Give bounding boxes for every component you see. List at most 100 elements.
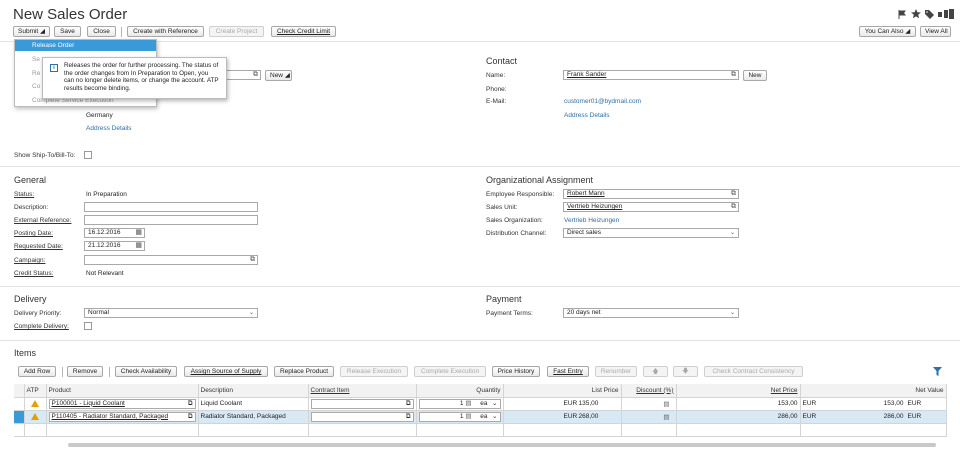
you-can-also-button[interactable]: You Can Also ◢ bbox=[859, 26, 916, 37]
value-help-icon[interactable]: ⧉ bbox=[406, 413, 411, 421]
sales-unit-input[interactable]: Vertrieb Heizungen ⧉ bbox=[563, 202, 739, 212]
column-header-quantity[interactable]: Quantity bbox=[416, 384, 504, 398]
table-row[interactable]: P110405 - Radiator Standard, Packaged ⧉ R… bbox=[14, 410, 947, 424]
menu-item[interactable]: Co bbox=[32, 83, 40, 90]
contact-new-button[interactable]: New bbox=[743, 70, 767, 81]
calculator-icon[interactable]: ▤ bbox=[465, 400, 471, 407]
menu-item[interactable]: Re bbox=[32, 70, 40, 77]
row-selector-header bbox=[14, 384, 25, 398]
check-credit-limit-button[interactable]: Check Credit Limit bbox=[271, 26, 336, 37]
posting-date-input[interactable]: 16.12.2016 ▦ bbox=[84, 228, 145, 238]
add-row-button[interactable]: Add Row bbox=[18, 366, 56, 377]
menu-item-release-order[interactable]: Release Order bbox=[15, 40, 156, 51]
calendar-icon[interactable]: ▦ bbox=[135, 242, 142, 250]
column-header-net-value[interactable]: Net Value bbox=[800, 384, 947, 398]
contact-heading: Contact bbox=[486, 56, 518, 66]
calculator-icon[interactable]: ▤ bbox=[663, 401, 673, 408]
view-all-button[interactable]: View All bbox=[920, 26, 951, 37]
contract-item-input[interactable]: ⧉ bbox=[310, 398, 414, 409]
replace-product-button[interactable]: Replace Product bbox=[274, 366, 334, 377]
contract-item-input[interactable]: ⧉ bbox=[310, 411, 414, 422]
net-price-value: 153,00 bbox=[777, 400, 798, 407]
sales-org-link[interactable]: Vertrieb Heizungen bbox=[564, 217, 619, 224]
contact-name-input[interactable]: Frank Sander ⧉ bbox=[563, 70, 739, 80]
calculator-icon[interactable]: ▤ bbox=[663, 414, 673, 421]
column-header-net-price[interactable]: Net Price bbox=[676, 384, 801, 398]
column-header-description[interactable]: Description bbox=[198, 384, 309, 398]
remove-button[interactable]: Remove bbox=[67, 366, 103, 377]
horizontal-scrollbar[interactable] bbox=[68, 443, 936, 447]
check-availability-button[interactable]: Check Availability bbox=[115, 366, 177, 377]
description-cell: Liquid Coolant bbox=[198, 397, 309, 411]
value-help-icon[interactable]: ⧉ bbox=[188, 400, 193, 408]
description-input[interactable] bbox=[84, 202, 258, 212]
sales-unit-label: Sales Unit: bbox=[486, 204, 518, 211]
chevron-down-icon[interactable]: ⌄ bbox=[730, 309, 735, 317]
campaign-input[interactable]: ⧉ bbox=[84, 255, 258, 265]
save-button[interactable]: Save bbox=[54, 26, 81, 37]
delivery-priority-select[interactable]: Normal ⌄ bbox=[84, 308, 258, 318]
general-heading: General bbox=[14, 175, 47, 185]
chevron-down-icon[interactable]: ⌄ bbox=[730, 229, 735, 237]
complete-delivery-checkbox[interactable] bbox=[84, 322, 92, 330]
employee-input[interactable]: Robert Mann ⧉ bbox=[563, 189, 739, 199]
contact-address-details-link[interactable]: Address Details bbox=[564, 112, 610, 119]
value-help-icon[interactable]: ⧉ bbox=[731, 71, 736, 79]
row-selector[interactable] bbox=[14, 410, 25, 424]
chevron-down-icon[interactable]: ⌄ bbox=[249, 309, 254, 317]
calculator-icon[interactable]: ▤ bbox=[465, 413, 471, 420]
value-help-icon[interactable]: ⧉ bbox=[731, 203, 736, 211]
quantity-input[interactable]: 1 ▤ ea ⌄ bbox=[418, 411, 501, 422]
info-icon: i bbox=[50, 64, 58, 72]
chevron-down-icon[interactable]: ⌄ bbox=[492, 400, 497, 408]
contact-phone-label: Phone: bbox=[486, 86, 507, 93]
value-help-icon[interactable]: ⧉ bbox=[250, 256, 255, 264]
requested-date-input[interactable]: 21.12.2016 ▦ bbox=[84, 241, 145, 251]
submit-button[interactable]: Submit ◢ bbox=[13, 26, 50, 37]
product-input[interactable]: P100001 - Liquid Coolant ⧉ bbox=[48, 398, 196, 409]
star-icon[interactable] bbox=[911, 9, 921, 19]
credit-status-label: Credit Status: bbox=[14, 270, 54, 277]
value-help-icon[interactable]: ⧉ bbox=[406, 400, 411, 408]
tag-icon[interactable] bbox=[925, 9, 934, 19]
value-help-icon[interactable]: ⧉ bbox=[731, 190, 736, 198]
chevron-down-icon[interactable]: ⌄ bbox=[492, 413, 497, 421]
value-help-icon[interactable]: ⧉ bbox=[188, 413, 193, 421]
arrow-down-icon: 🡇 bbox=[682, 368, 689, 375]
quantity-input[interactable]: 1 ▤ ea ⌄ bbox=[418, 398, 501, 409]
employee-label: Employee Responsible: bbox=[486, 191, 555, 198]
table-row-empty[interactable] bbox=[14, 423, 947, 437]
payment-terms-select[interactable]: 20 days net ⌄ bbox=[563, 308, 739, 318]
column-header-discount[interactable]: Discount (%) bbox=[621, 384, 677, 398]
external-reference-input[interactable] bbox=[84, 215, 258, 225]
contact-email-link[interactable]: customer01@bydmail.com bbox=[564, 98, 641, 105]
distribution-channel-select[interactable]: Direct sales ⌄ bbox=[563, 228, 739, 238]
value-help-icon[interactable]: ⧉ bbox=[253, 71, 258, 79]
row-selector[interactable] bbox=[14, 397, 25, 411]
column-header-atp[interactable]: ATP bbox=[24, 384, 47, 398]
warning-icon[interactable] bbox=[31, 400, 39, 407]
calendar-icon[interactable]: ▦ bbox=[135, 229, 142, 237]
release-execution-button: Release Execution bbox=[340, 366, 408, 377]
account-address-details-link[interactable]: Address Details bbox=[86, 125, 132, 132]
create-with-reference-button[interactable]: Create with Reference bbox=[127, 26, 204, 37]
column-header-list-price[interactable]: List Price bbox=[503, 384, 622, 398]
section-divider bbox=[0, 286, 960, 287]
section-divider bbox=[0, 166, 960, 167]
filter-icon[interactable] bbox=[933, 367, 942, 376]
table-row[interactable]: P100001 - Liquid Coolant ⧉ Liquid Coolant… bbox=[14, 397, 947, 411]
close-button[interactable]: Close bbox=[87, 26, 116, 37]
warning-icon[interactable] bbox=[31, 413, 39, 420]
flag-icon[interactable] bbox=[898, 9, 907, 19]
column-header-contract-item[interactable]: Contract Item bbox=[308, 384, 417, 398]
product-input[interactable]: P110405 - Radiator Standard, Packaged ⧉ bbox=[48, 411, 196, 422]
menu-item[interactable]: Se bbox=[32, 56, 40, 63]
price-history-button[interactable]: Price History bbox=[492, 366, 540, 377]
fast-entry-button[interactable]: Fast Entry bbox=[547, 366, 589, 377]
account-country: Germany bbox=[86, 112, 113, 119]
account-new-button[interactable]: New ◢ bbox=[265, 70, 292, 81]
hierarchy-icon[interactable] bbox=[938, 9, 954, 19]
column-header-product[interactable]: Product bbox=[46, 384, 199, 398]
ship-to-checkbox[interactable] bbox=[84, 151, 92, 159]
assign-source-button[interactable]: Assign Source of Supply bbox=[184, 366, 268, 377]
